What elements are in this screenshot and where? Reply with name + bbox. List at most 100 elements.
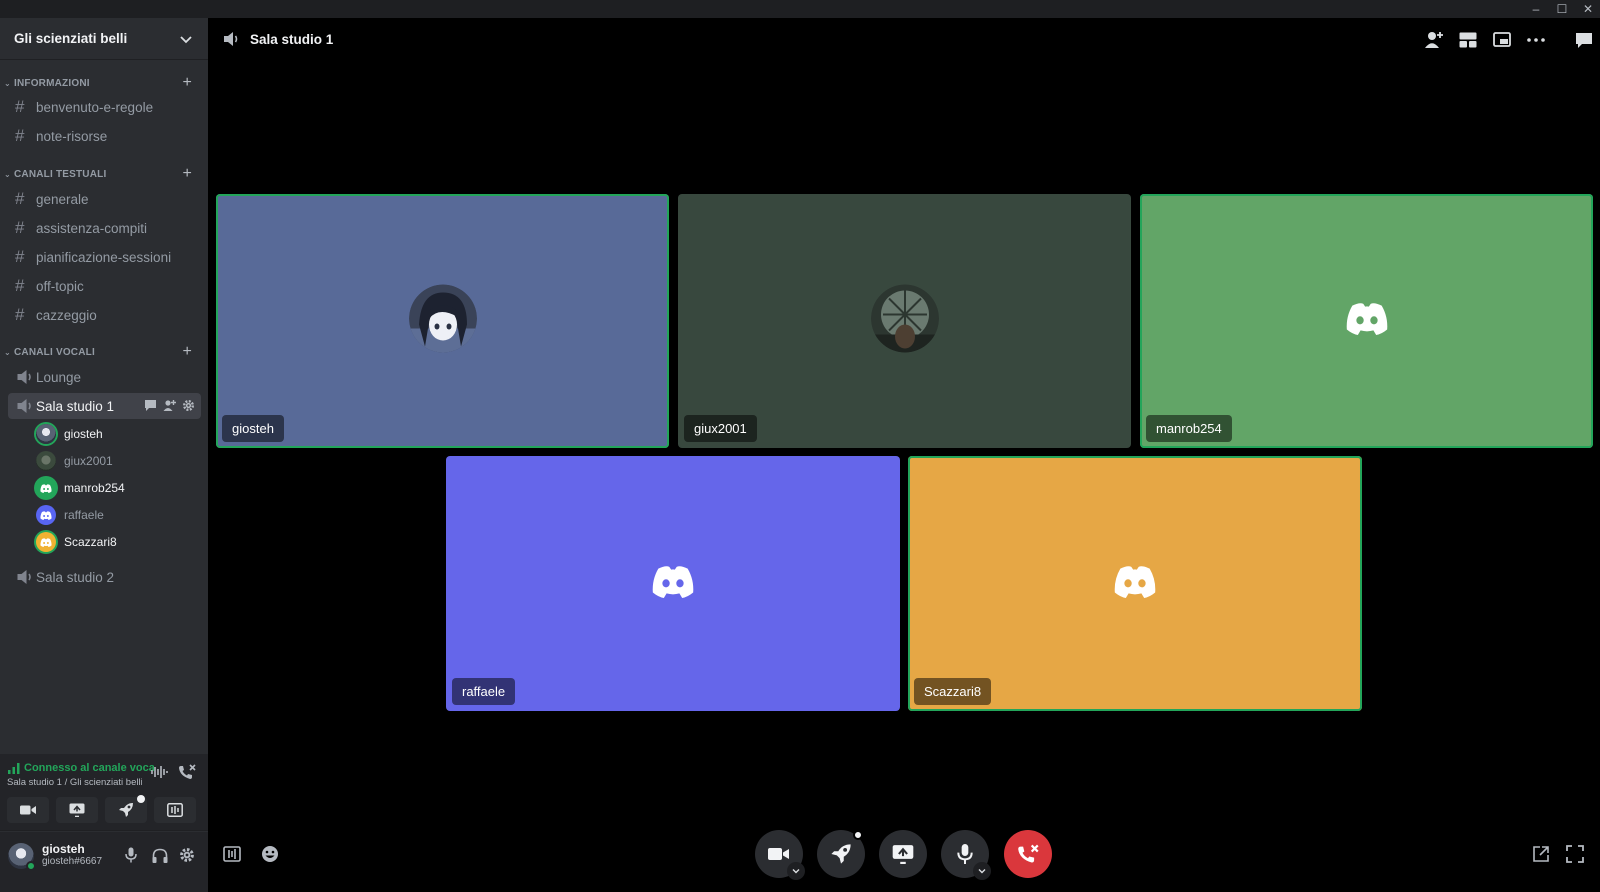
discord-logo-icon [36, 532, 56, 552]
camera-button[interactable] [7, 797, 49, 823]
soundboard-button[interactable] [220, 842, 244, 866]
disconnect-icon[interactable] [178, 764, 196, 780]
gear-icon[interactable] [182, 399, 195, 412]
voice-user-scazzari8[interactable]: Scazzari8 [36, 530, 196, 554]
channel-cazzeggio[interactable]: # cazzeggio [8, 302, 201, 328]
chat-toggle-button[interactable] [1572, 28, 1596, 52]
category-canali-vocali[interactable]: ⌄ CANALI VOCALI + [0, 343, 208, 361]
caret-icon: ⌄ [4, 78, 11, 88]
microphone-icon [957, 844, 973, 864]
category-label: CANALI VOCALI [14, 346, 95, 358]
activity-button[interactable] [817, 830, 865, 878]
disconnect-call-button[interactable] [1004, 830, 1052, 878]
create-channel-icon[interactable]: + [182, 343, 192, 361]
category-canali-testuali[interactable]: ⌄ CANALI TESTUALI + [0, 165, 208, 183]
speaker-icon [17, 570, 31, 584]
user-tag[interactable]: giosteh#6667 [42, 856, 102, 867]
video-tile-raffaele[interactable]: raffaele [446, 456, 900, 711]
chat-icon[interactable] [144, 399, 157, 412]
user-avatar [36, 451, 56, 471]
screen-share-icon [892, 845, 914, 864]
channel-off-topic[interactable]: # off-topic [8, 273, 201, 299]
speaker-icon [224, 32, 238, 46]
page-title: Sala studio 1 [250, 31, 334, 47]
discord-logo-icon [36, 505, 56, 525]
voice-channel-sala-studio-1[interactable]: Sala studio 1 [8, 393, 201, 419]
video-tile-giosteh[interactable]: giosteh [216, 194, 669, 448]
channel-label: off-topic [36, 278, 84, 294]
signal-strength-icon [8, 763, 20, 774]
caret-icon: ⌄ [4, 169, 11, 179]
rocket-icon [119, 803, 133, 817]
avatar [870, 284, 939, 358]
invite-user-icon[interactable] [163, 399, 176, 412]
popout-window-button[interactable] [1490, 28, 1514, 52]
invite-button[interactable] [1422, 28, 1446, 52]
server-header[interactable]: Gli scienziati belli [0, 18, 208, 60]
emoji-button[interactable] [258, 842, 282, 866]
voice-user-manrob254[interactable]: manrob254 [36, 476, 196, 500]
popout-button[interactable] [1529, 842, 1553, 866]
user-name[interactable]: giosteh [42, 842, 85, 856]
create-channel-icon[interactable]: + [182, 74, 192, 92]
video-tile-scazzari8[interactable]: Scazzari8 [908, 456, 1362, 711]
voice-location[interactable]: Sala studio 1 / Gli scienziati belli [7, 777, 142, 788]
rocket-icon [831, 844, 851, 864]
channel-label: generale [36, 191, 89, 207]
maximize-button[interactable]: ☐ [1550, 0, 1574, 18]
user-settings-button[interactable] [175, 843, 199, 867]
participant-name: giosteh [222, 415, 284, 442]
more-horizontal-icon [1527, 38, 1545, 42]
hash-icon: # [15, 218, 25, 237]
channel-note-risorse[interactable]: # note-risorse [8, 123, 201, 149]
screen-share-button[interactable] [56, 797, 98, 823]
server-name: Gli scienziati belli [14, 31, 128, 46]
category-label: CANALI TESTUALI [14, 168, 107, 180]
headphones-button[interactable] [148, 843, 172, 867]
voice-channel-sala-studio-2[interactable]: Sala studio 2 [8, 564, 201, 590]
soundboard-icon [167, 803, 183, 817]
microphone-toggle-button[interactable] [941, 830, 991, 880]
voice-user-giosteh[interactable]: giosteh [36, 422, 196, 446]
channel-generale[interactable]: # generale [8, 186, 201, 212]
channel-pianificazione-sessioni[interactable]: # pianificazione-sessioni [8, 244, 201, 270]
participant-name: raffaele [452, 678, 516, 705]
channel-label: assistenza-compiti [36, 220, 148, 236]
soundboard-button[interactable] [154, 797, 196, 823]
screen-share-button[interactable] [879, 830, 927, 878]
voice-status[interactable]: Connesso al canale vocale [24, 762, 154, 774]
create-channel-icon[interactable]: + [182, 165, 192, 183]
camera-toggle-button[interactable] [755, 830, 805, 880]
grid-layout-button[interactable] [1456, 28, 1480, 52]
hash-icon: # [15, 305, 25, 324]
fullscreen-button[interactable] [1563, 842, 1587, 866]
voice-user-giux2001[interactable]: giux2001 [36, 449, 196, 473]
fullscreen-icon [1566, 845, 1584, 863]
chat-icon [1576, 32, 1592, 48]
noise-suppression-icon[interactable] [150, 764, 168, 780]
voice-user-raffaele[interactable]: raffaele [36, 503, 196, 527]
participant-name: Scazzari8 [914, 678, 992, 705]
discord-logo-icon [36, 478, 56, 498]
channel-benvenuto-e-regole[interactable]: # benvenuto-e-regole [8, 94, 201, 120]
close-window-button[interactable]: ✕ [1576, 0, 1600, 18]
hang-up-icon [1018, 844, 1039, 863]
caret-icon: ⌄ [4, 347, 11, 357]
video-tile-manrob254[interactable]: manrob254 [1140, 194, 1593, 448]
chevron-down-icon[interactable] [787, 862, 805, 880]
camera-icon [768, 848, 789, 860]
chevron-down-icon[interactable] [973, 862, 991, 880]
category-informazioni[interactable]: ⌄ INFORMAZIONI + [0, 74, 208, 92]
external-link-icon [1533, 846, 1549, 862]
channel-label: Sala studio 1 [36, 398, 115, 414]
channel-assistenza-compiti[interactable]: # assistenza-compiti [8, 215, 201, 241]
video-tile-giux2001[interactable]: giux2001 [678, 194, 1131, 448]
minimize-button[interactable]: – [1524, 0, 1548, 18]
voice-channel-lounge[interactable]: Lounge [8, 364, 201, 390]
emoji-icon [262, 846, 278, 862]
activity-button[interactable] [105, 795, 147, 823]
microphone-button[interactable] [119, 843, 143, 867]
more-options-button[interactable] [1524, 28, 1548, 52]
avatar [408, 284, 477, 358]
grid-layout-icon [1459, 32, 1477, 48]
